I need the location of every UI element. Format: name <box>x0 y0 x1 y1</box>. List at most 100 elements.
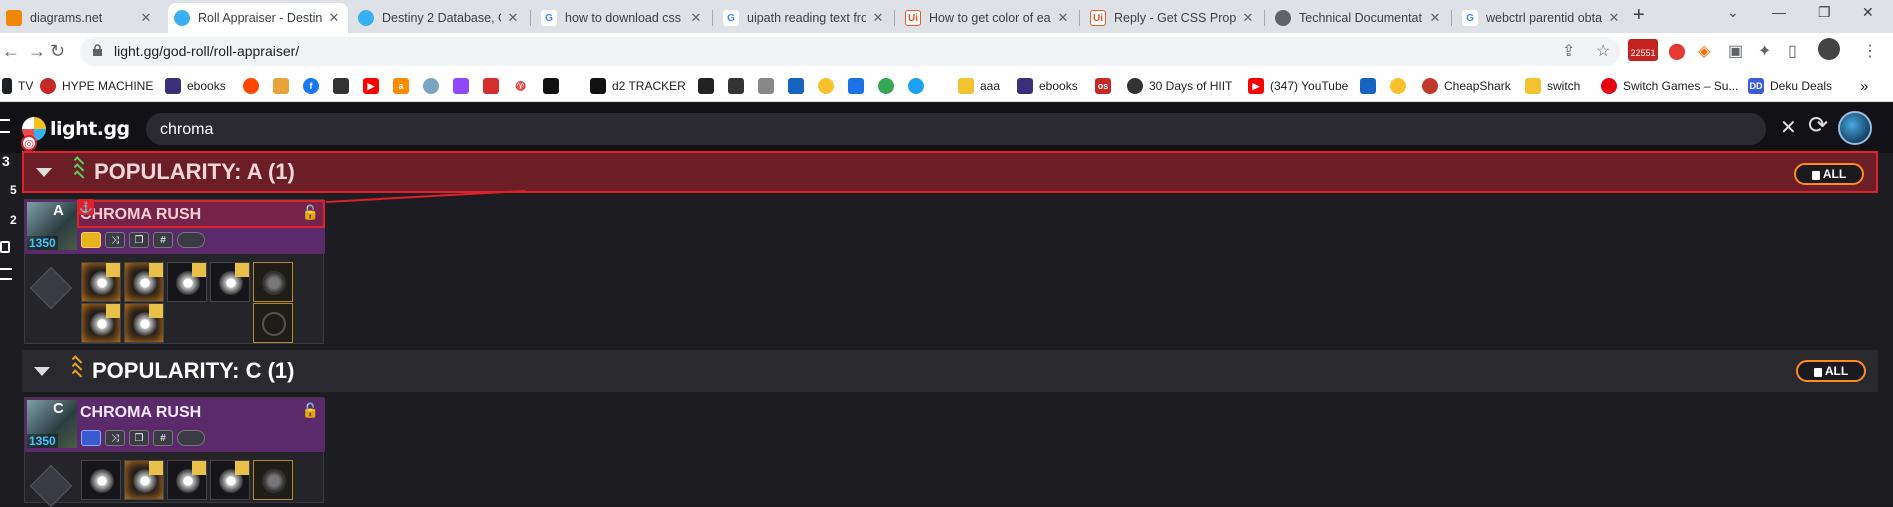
masterwork-perk-icon[interactable] <box>253 262 293 302</box>
popularity-group-c-header[interactable]: POPULARITY: C (1) ALL <box>22 350 1878 392</box>
restore-button[interactable]: ❐ <box>1818 4 1831 21</box>
perk-trait-2-icon[interactable] <box>210 460 250 500</box>
bookmark-twitch[interactable] <box>453 77 475 95</box>
perk-barrel-icon[interactable] <box>81 460 121 500</box>
bookmark-switch[interactable]: switch <box>1525 77 1580 95</box>
bookmark-aaa[interactable]: aaa <box>958 77 1000 95</box>
close-icon[interactable]: ✕ <box>326 10 342 26</box>
bookmark-youtube-347[interactable]: ▶ (347) YouTube <box>1248 77 1348 95</box>
close-icon[interactable]: ✕ <box>505 10 521 26</box>
extensions-puzzle-icon[interactable]: ✦ <box>1758 41 1771 61</box>
bookmark-ebooks-2[interactable]: ebooks <box>1017 77 1078 95</box>
collapse-caret-icon[interactable] <box>36 167 52 177</box>
bookmark-os[interactable]: os <box>1095 77 1117 95</box>
copy-icon[interactable]: ❐ <box>129 232 149 248</box>
bookmark-blue[interactable] <box>1360 77 1382 95</box>
bookmark-hype-machine[interactable]: HYPE MACHINE <box>40 77 153 95</box>
side-count-badge[interactable]: 5 <box>10 183 17 197</box>
shuffle-icon[interactable]: ⤨ <box>105 430 125 446</box>
menu-kebab-icon[interactable]: ⋮ <box>1862 41 1878 61</box>
bookmark-shield[interactable] <box>728 77 750 95</box>
loadout-icon[interactable] <box>0 241 10 253</box>
share-icon[interactable]: ⇪ <box>1562 41 1575 61</box>
bookmark-car[interactable] <box>333 77 355 95</box>
refresh-icon[interactable]: ⟳ <box>1808 111 1828 140</box>
perk-trait-1-icon[interactable] <box>167 460 207 500</box>
bookmark-globe[interactable] <box>423 77 445 95</box>
close-window-button[interactable]: ✕ <box>1862 4 1874 21</box>
user-emblem-avatar[interactable] <box>1838 111 1872 145</box>
profile-avatar[interactable] <box>1818 38 1840 60</box>
bookmark-deku-deals[interactable]: DD Deku Deals <box>1748 77 1832 95</box>
clear-search-icon[interactable]: ✕ <box>1780 115 1797 140</box>
bookmark-tv[interactable]: TV <box>2 77 33 95</box>
bookmark-star-icon[interactable]: ☆ <box>1596 41 1610 61</box>
close-icon[interactable]: ✕ <box>1055 10 1071 26</box>
screen-extension-icon[interactable]: ▣ <box>1728 41 1743 61</box>
bookmark-yellow[interactable] <box>1390 77 1412 95</box>
tab-diagrams[interactable]: diagrams.net ✕ <box>0 3 160 33</box>
new-tab-button[interactable]: + <box>1633 4 1645 27</box>
close-icon[interactable]: ✕ <box>688 10 704 26</box>
grid-icon[interactable]: # <box>153 232 173 248</box>
bookmark-switch-games[interactable]: Switch Games – Su... <box>1601 77 1738 95</box>
bookmark-gear[interactable] <box>758 77 780 95</box>
bookmark-ebooks[interactable]: ebooks <box>165 77 226 95</box>
tab-destiny-database[interactable]: Destiny 2 Database, G ✕ <box>352 3 527 33</box>
bookmark-reddit[interactable] <box>243 77 265 95</box>
weapon-name[interactable]: CHROMA RUSH <box>80 404 201 422</box>
collapse-caret-icon[interactable] <box>34 366 50 376</box>
tag-icon[interactable] <box>177 232 205 248</box>
bookmark-youtube[interactable]: ▶ <box>363 77 385 95</box>
empty-mod-socket-icon[interactable] <box>253 303 293 343</box>
tab-google-uipath[interactable]: G uipath reading text fro ✕ <box>717 3 892 33</box>
grid-icon[interactable]: # <box>153 430 173 446</box>
shield-extension-icon[interactable]: ⬤ <box>1668 41 1686 61</box>
tab-search-chevron-icon[interactable]: ⌄ <box>1727 4 1739 21</box>
side-count-badge[interactable]: 2 <box>10 213 17 227</box>
gmail-extension-icon[interactable]: 22551 <box>1628 39 1658 61</box>
side-panel-icon[interactable]: ▯ <box>1788 41 1797 61</box>
bookmark-smiley[interactable] <box>818 77 840 95</box>
close-icon[interactable]: ✕ <box>1606 10 1622 26</box>
perk-magazine-icon[interactable] <box>124 262 164 302</box>
search-input[interactable]: chroma <box>146 113 1766 145</box>
address-bar[interactable]: light.gg/god-roll/roll-appraiser/ <box>80 37 1620 66</box>
tag-icon[interactable] <box>177 430 205 446</box>
close-icon[interactable]: ✕ <box>138 10 154 26</box>
weapon-roll-card[interactable]: C 1350 CHROMA RUSH 🔓 ⤨ ❐ # <box>24 397 325 507</box>
lock-all-button[interactable]: ALL <box>1794 163 1864 185</box>
tab-google-webctrl[interactable]: G webctrl parentid obta ✕ <box>1456 3 1628 33</box>
weapon-name[interactable]: CHROMA RUSH <box>80 206 201 224</box>
perk-alt-magazine-icon[interactable] <box>124 303 164 343</box>
bookmark-star[interactable] <box>788 77 810 95</box>
close-icon[interactable]: ✕ <box>1240 10 1256 26</box>
perk-trait-2-icon[interactable] <box>210 262 250 302</box>
hamburger-menu-icon[interactable] <box>0 119 10 133</box>
bookmark-twitter[interactable] <box>908 77 930 95</box>
weapon-roll-card[interactable]: A 1350 CHROMA RUSH 🔓 ⤨ ❐ # <box>24 199 325 344</box>
bookmark-facebook[interactable]: f <box>303 77 325 95</box>
site-logo[interactable]: light.gg <box>22 117 130 141</box>
bookmark-destiny[interactable] <box>698 77 720 95</box>
masterwork-icon[interactable] <box>81 232 101 248</box>
tab-google-css[interactable]: G how to download css f ✕ <box>535 3 710 33</box>
perk-alt-barrel-icon[interactable] <box>81 303 121 343</box>
close-icon[interactable]: ✕ <box>1427 10 1443 26</box>
back-arrow-icon[interactable]: ← <box>2 41 20 62</box>
diamond-extension-icon[interactable]: ◈ <box>1698 41 1710 61</box>
popularity-group-a-header[interactable]: POPULARITY: A (1) ALL <box>22 151 1878 193</box>
bookmark-cheapshark[interactable]: CheapShark <box>1422 77 1511 95</box>
tab-uipath-color[interactable]: Ui How to get color of ea ✕ <box>899 3 1077 33</box>
tab-uipath-reply[interactable]: Ui Reply - Get CSS Prope ✕ <box>1084 3 1262 33</box>
bookmark-controller[interactable] <box>543 77 565 95</box>
close-icon[interactable]: ✕ <box>870 10 886 26</box>
unlock-icon[interactable]: 🔓 <box>302 204 319 221</box>
masterwork-perk-icon[interactable] <box>253 460 293 500</box>
tab-technical-docs[interactable]: Technical Documentat ✕ <box>1269 3 1449 33</box>
side-count-badge[interactable]: 3 <box>2 153 10 169</box>
minimize-button[interactable]: — <box>1772 4 1786 20</box>
copy-icon[interactable]: ❐ <box>129 430 149 446</box>
bookmark-maps[interactable] <box>878 77 900 95</box>
unlock-icon[interactable]: 🔓 <box>302 402 319 419</box>
